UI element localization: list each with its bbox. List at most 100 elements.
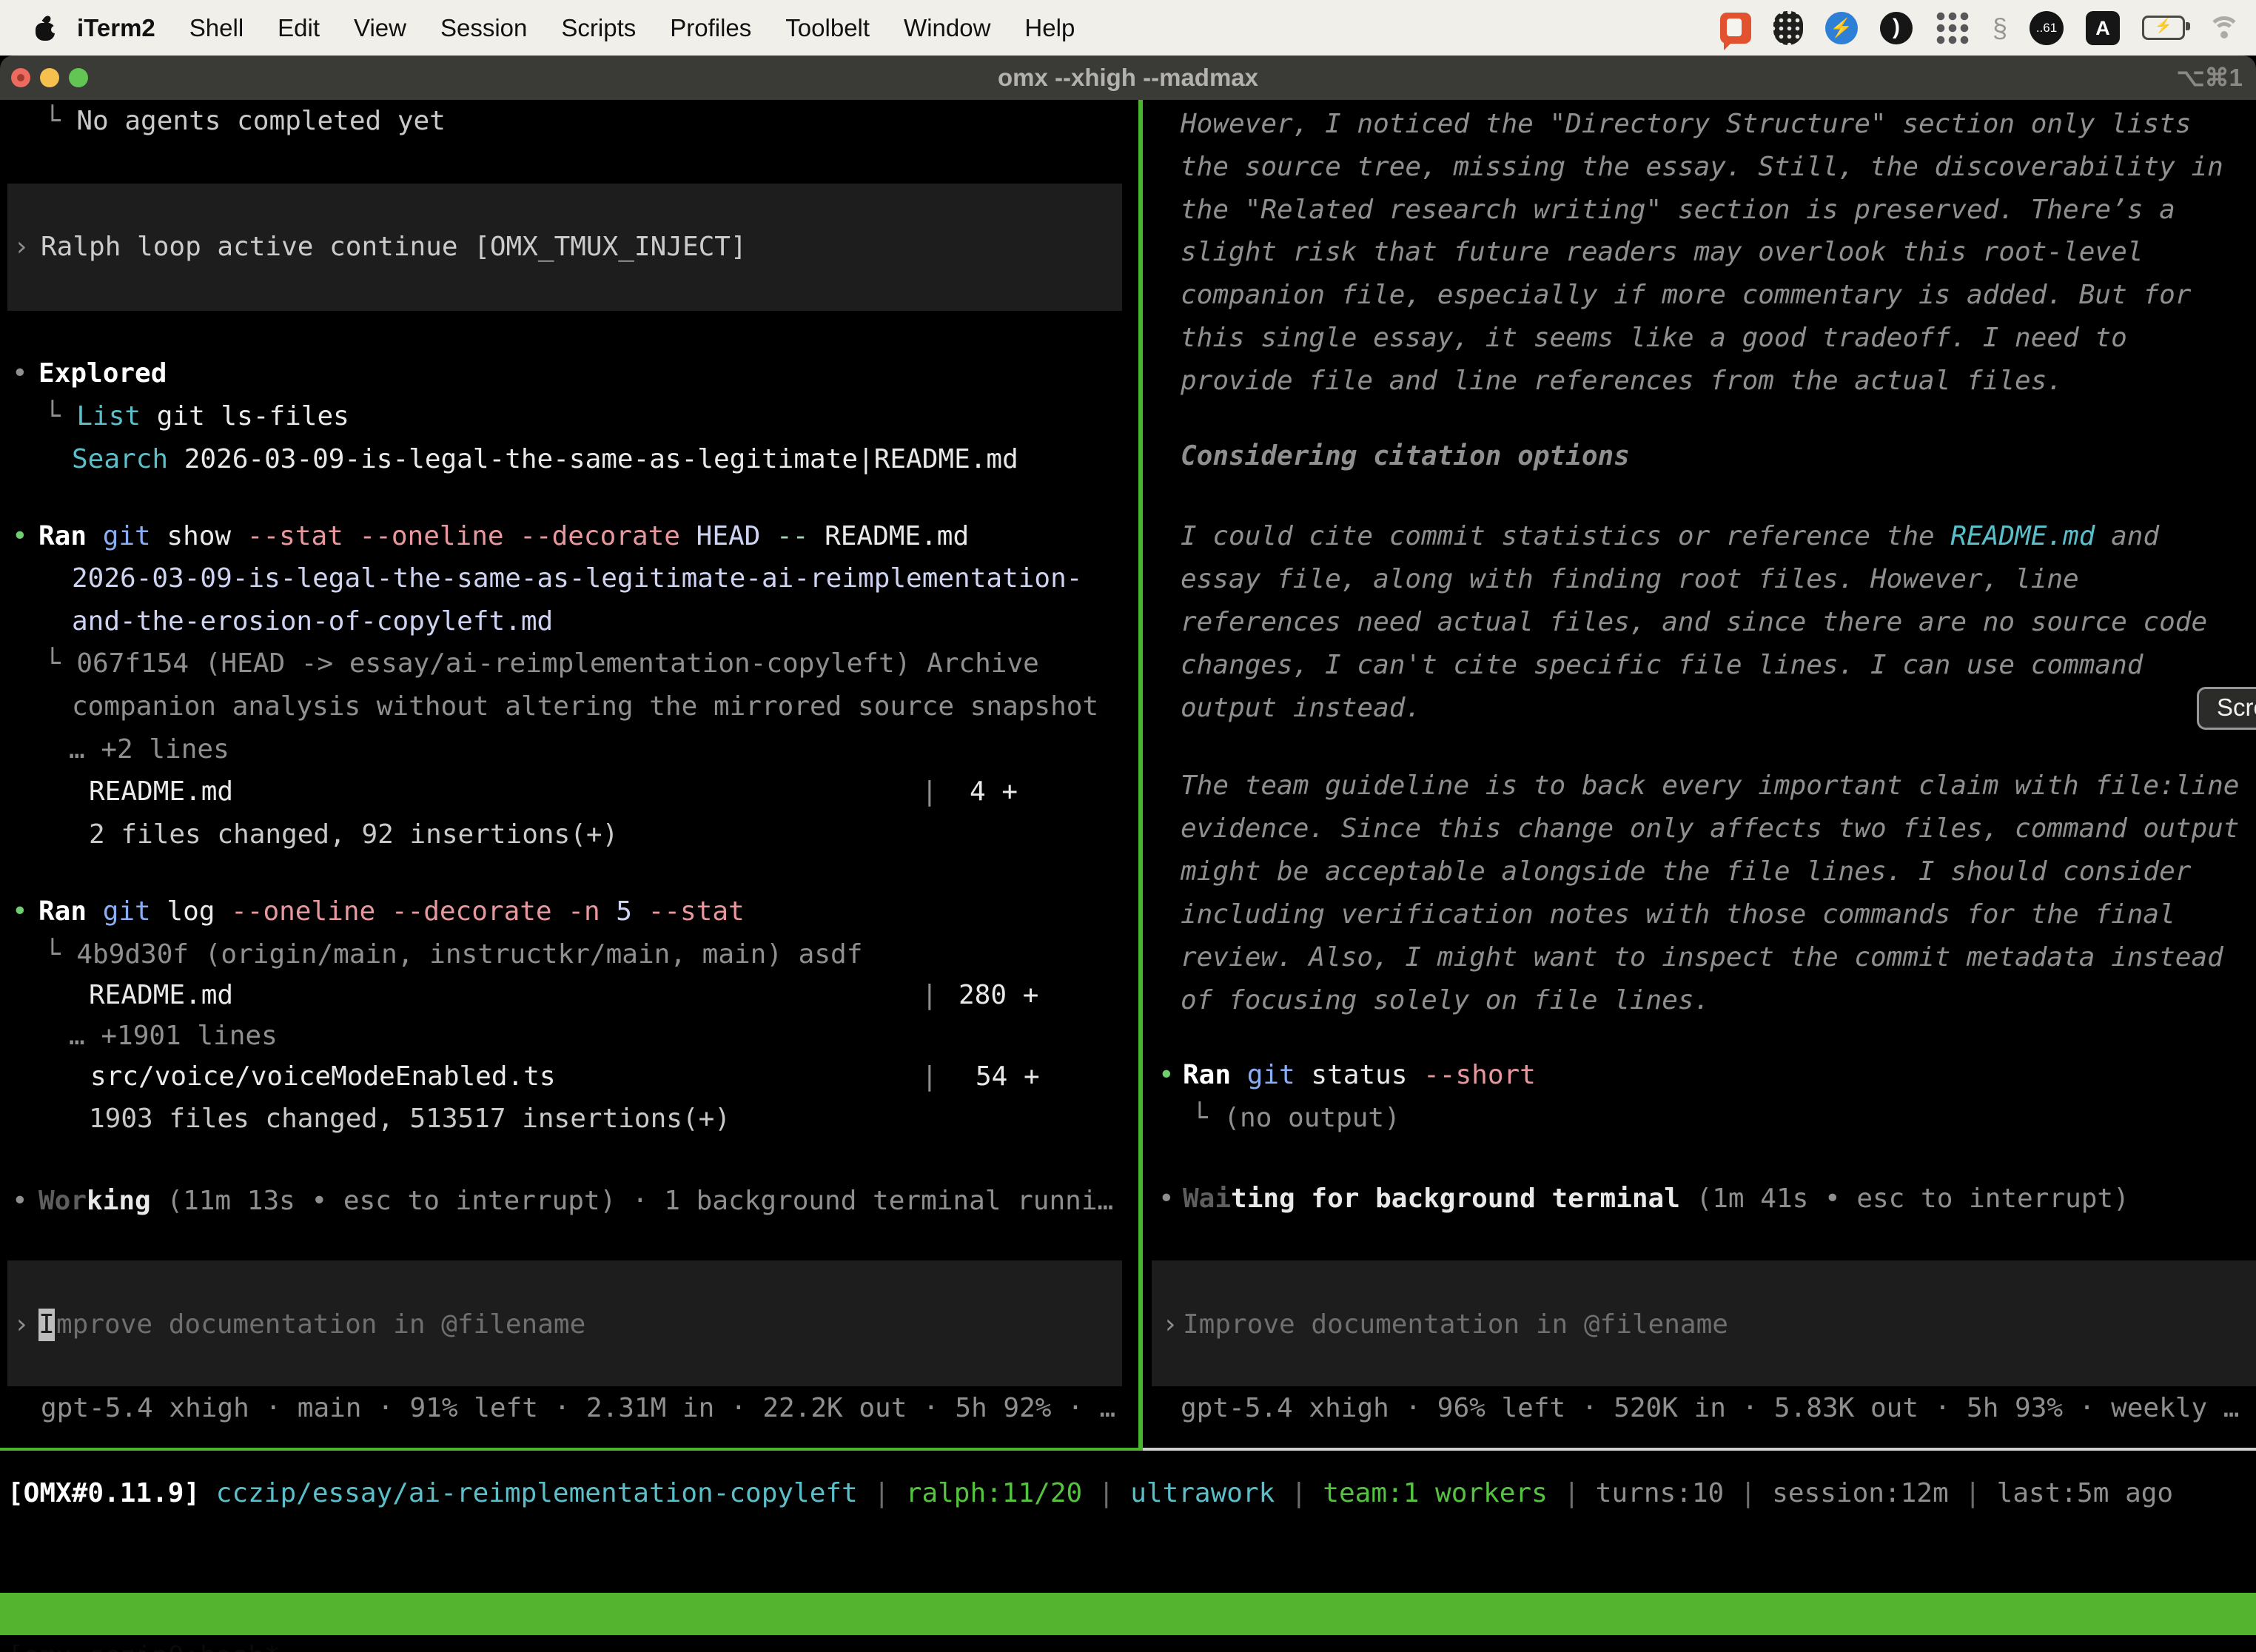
menu-item-shell[interactable]: Shell bbox=[189, 14, 244, 42]
bullet-icon: • bbox=[12, 515, 28, 558]
terminal-line: Search 2026-03-09-is-legal-the-same-as-l… bbox=[72, 438, 1018, 481]
terminal-line: the source tree, missing the essay. Stil… bbox=[1181, 146, 2223, 189]
count-badge-icon[interactable]: ..61 bbox=[2030, 11, 2064, 45]
text-segment: the "Related research writing" section i… bbox=[1181, 195, 2175, 225]
text-segment: log bbox=[167, 896, 231, 927]
menu-item-scripts[interactable]: Scripts bbox=[561, 14, 636, 42]
terminal-line: •Ran git show --stat --oneline --decorat… bbox=[38, 515, 969, 558]
terminal-line: └ No agents completed yet bbox=[44, 100, 446, 143]
text-segment: However, I noticed the "Directory Struct… bbox=[1181, 109, 2191, 139]
text-segment: team:1 workers bbox=[1323, 1478, 1547, 1508]
terminal-line: 2 files changed, 92 insertions(+) bbox=[89, 813, 618, 856]
battery-icon[interactable]: ⚡ bbox=[2142, 16, 2185, 40]
a-square-icon[interactable]: A bbox=[2086, 11, 2120, 45]
menu-item-edit[interactable]: Edit bbox=[278, 14, 320, 42]
terminal-line: README.md|4 + bbox=[89, 770, 233, 813]
sync-badge-icon[interactable]: ⚡ bbox=[1825, 12, 1858, 44]
terminal-line: └ 067f154 (HEAD -> essay/ai-reimplementa… bbox=[44, 642, 1039, 685]
text-segment: HEAD bbox=[696, 521, 776, 551]
text-segment: Ralph loop active continue [OMX_TMUX_INJ… bbox=[41, 226, 747, 269]
text-segment: including verification notes with those … bbox=[1181, 899, 2175, 930]
text-segment: | bbox=[921, 1055, 938, 1098]
pane-divider[interactable] bbox=[1138, 100, 1143, 1448]
terminal-line: However, I noticed the "Directory Struct… bbox=[1181, 103, 2191, 146]
text-segment: king bbox=[87, 1186, 151, 1216]
iterm-window: omx --xhigh --madmax ⌥⌘1 └ No agents com… bbox=[0, 56, 2256, 1652]
text-segment: ting for background terminal bbox=[1231, 1183, 1680, 1214]
terminal-line: gpt-5.4 xhigh · 96% left · 520K in · 5.8… bbox=[1181, 1387, 2239, 1430]
window-title-bar[interactable]: omx --xhigh --madmax ⌥⌘1 bbox=[0, 56, 2256, 100]
text-segment: git bbox=[103, 896, 167, 927]
text-segment: README.md bbox=[1950, 521, 2095, 551]
text-segment: git bbox=[103, 521, 167, 551]
terminal-line: … +2 lines bbox=[69, 728, 229, 771]
chat-app-icon[interactable] bbox=[1720, 13, 1751, 44]
text-segment: 4b9d30f (origin/main, instructkr/main, m… bbox=[76, 939, 862, 970]
terminal-line: gpt-5.4 xhigh · main · 91% left · 2.31M … bbox=[41, 1387, 1115, 1430]
text-segment: changes, I can't cite specific file line… bbox=[1181, 650, 2143, 680]
text-segment: The team guideline is to back every impo… bbox=[1181, 770, 2239, 801]
text-segment: git bbox=[1247, 1060, 1312, 1090]
apple-menu-icon[interactable] bbox=[36, 16, 56, 41]
text-segment: I could cite commit statistics or refere… bbox=[1181, 521, 1950, 551]
window-shortcut-badge: ⌥⌘1 bbox=[2177, 56, 2243, 100]
text-segment bbox=[200, 1478, 216, 1508]
text-segment: review. Also, I might want to inspect th… bbox=[1181, 942, 2223, 973]
text-segment: Ran bbox=[38, 896, 103, 927]
terminal-line: essay file, along with finding root file… bbox=[1181, 558, 2079, 601]
squiggle-icon[interactable]: § bbox=[1993, 10, 2007, 46]
text-segment: 2026-03-09-is-legal-the-same-as-legitima… bbox=[168, 444, 1018, 474]
text-segment: Explored bbox=[38, 358, 167, 389]
terminal-line: companion file, especially if more comme… bbox=[1181, 274, 2191, 317]
text-segment: src/voice/voiceModeEnabled.ts bbox=[90, 1061, 556, 1092]
wifi-icon[interactable] bbox=[2207, 15, 2241, 41]
left-terminal-pane[interactable]: └ No agents completed yet › Ralph loop act… bbox=[0, 100, 1140, 1448]
terminal-line: └ 4b9d30f (origin/main, instructkr/main,… bbox=[44, 933, 862, 976]
terminal-line: Considering citation options bbox=[1181, 435, 1630, 478]
bullet-icon: • bbox=[12, 890, 28, 933]
text-segment: mprove documentation in @filename bbox=[56, 1303, 585, 1346]
screen: { "palette": { "white": "#ffffff", "brig… bbox=[0, 0, 2256, 1652]
right-terminal-pane[interactable]: However, I noticed the "Directory Struct… bbox=[1144, 100, 2256, 1448]
text-segment: … +2 lines bbox=[69, 734, 229, 765]
menu-item-session[interactable]: Session bbox=[440, 14, 527, 42]
text-segment: --stat bbox=[648, 896, 745, 927]
menu-item-help[interactable]: Help bbox=[1024, 14, 1075, 42]
text-segment: Ran bbox=[1183, 1060, 1247, 1090]
text-segment: last:5m ago bbox=[1997, 1478, 2173, 1508]
text-segment: ultrawork bbox=[1130, 1478, 1275, 1508]
menu-bar: iTerm2 Shell Edit View Session Scripts Profile… bbox=[0, 0, 2256, 56]
text-segment: 5 bbox=[616, 896, 648, 927]
tmux-status-bar: [omx-cczip0:bash* "MacBook-Pro-44.local"… bbox=[0, 1593, 2256, 1635]
pane-border-active bbox=[0, 1448, 1143, 1451]
prompt-icon: › bbox=[1162, 1309, 1178, 1340]
text-segment: ralph:11/20 bbox=[906, 1478, 1082, 1508]
menu-item-profiles[interactable]: Profiles bbox=[670, 14, 751, 42]
menu-item-iterm2[interactable]: iTerm2 bbox=[77, 14, 155, 42]
terminal-line: companion analysis without altering the … bbox=[72, 685, 1098, 728]
text-segment: --short bbox=[1423, 1060, 1536, 1090]
terminal-line: provide file and line references from th… bbox=[1181, 360, 2063, 403]
text-segment: 280 + bbox=[959, 974, 1038, 1017]
prompt-icon: › bbox=[13, 1309, 30, 1340]
terminal-line: of focusing solely on file lines. bbox=[1181, 979, 1710, 1022]
text-segment: companion analysis without altering the … bbox=[72, 691, 1098, 722]
menu-item-window[interactable]: Window bbox=[904, 14, 990, 42]
text-segment: evidence. Since this change only affects… bbox=[1181, 813, 2239, 844]
menu-item-toolbelt[interactable]: Toolbelt bbox=[785, 14, 870, 42]
tmux-session-label[interactable]: [omx-cczip0:bash* bbox=[7, 1635, 280, 1652]
terminal-line: •Working (11m 13s • esc to interrupt) · … bbox=[38, 1180, 1113, 1223]
terminal-line: src/voice/voiceModeEnabled.ts|54 + bbox=[90, 1055, 556, 1098]
terminal-line: slight risk that future readers may over… bbox=[1181, 231, 2143, 274]
dots-grid-icon[interactable] bbox=[1935, 10, 1970, 46]
notification-popover: Scre bbox=[2197, 687, 2256, 730]
terminal-line: ›Improve documentation in @filename bbox=[13, 1303, 30, 1346]
terminal-line: this single essay, it seems like a good … bbox=[1181, 317, 2127, 360]
text-segment: the source tree, missing the essay. Stil… bbox=[1181, 152, 2223, 182]
text-segment: Considering citation options bbox=[1181, 441, 1630, 471]
text-segment: output instead. bbox=[1181, 693, 1421, 723]
menu-item-view[interactable]: View bbox=[354, 14, 406, 42]
shield-grid-icon[interactable] bbox=[1773, 11, 1803, 45]
terminal-line: changes, I can't cite specific file line… bbox=[1181, 644, 2143, 687]
crescent-app-icon[interactable]: ) bbox=[1880, 12, 1913, 44]
